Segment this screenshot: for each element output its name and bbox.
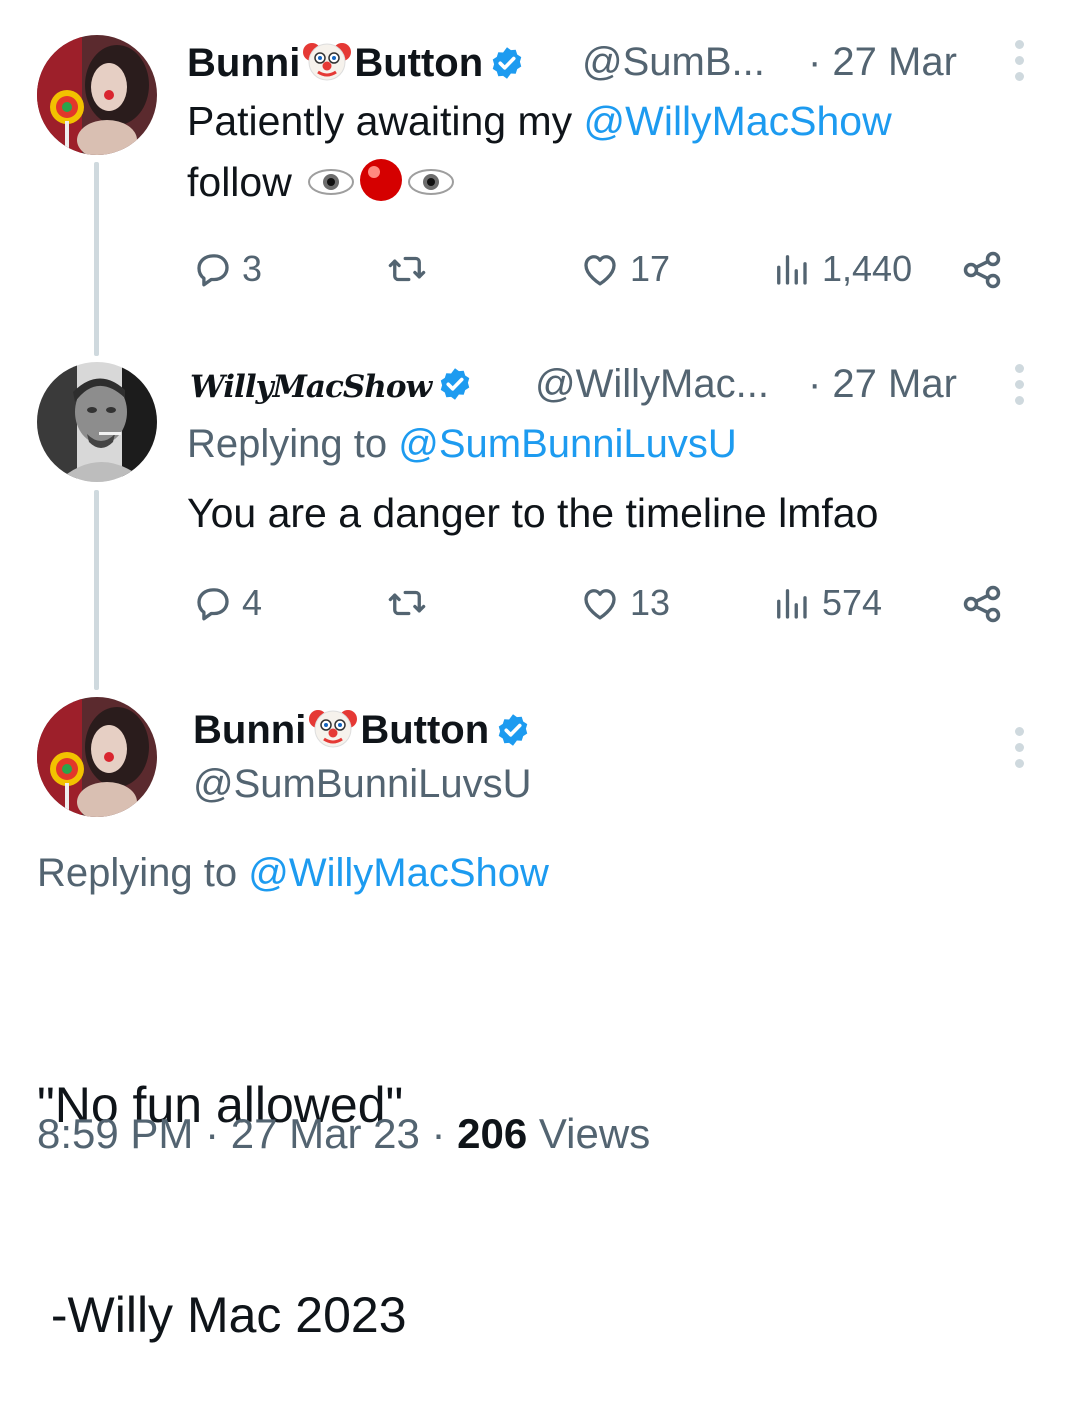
- thread-line: [94, 490, 99, 690]
- reply-icon: [192, 248, 234, 290]
- tweet-text-line2: follow: [187, 158, 455, 212]
- like-count: 13: [630, 582, 671, 623]
- avatar[interactable]: [37, 35, 157, 155]
- author-handle[interactable]: @SumB...: [582, 40, 765, 85]
- author-handle[interactable]: @WillyMac...: [535, 362, 769, 407]
- verified-badge-icon: [437, 366, 473, 407]
- views-button[interactable]: 574: [770, 582, 882, 624]
- tweet-timestamp: 8:59 PM · 27 Mar 23 · 206 Views: [37, 1110, 651, 1157]
- like-button[interactable]: 13: [578, 582, 670, 624]
- replying-to-link[interactable]: @WillyMacShow: [248, 851, 549, 895]
- author-name[interactable]: Bunni Button: [193, 705, 531, 759]
- clown-emoji-icon: [302, 38, 352, 92]
- reply-count: 4: [242, 582, 263, 623]
- reply-icon: [192, 582, 234, 624]
- share-icon: [960, 582, 1004, 626]
- retweet-button[interactable]: [385, 582, 429, 624]
- clown-emoji-icon: [308, 705, 358, 759]
- reply-button[interactable]: 4: [192, 582, 262, 624]
- like-icon: [578, 248, 622, 290]
- eye-red-eye-emoji-icon: [307, 158, 455, 212]
- tweet-text: Patiently awaiting my @WillyMacShow: [187, 98, 892, 144]
- author-handle[interactable]: @SumBunniLuvsU: [193, 762, 532, 807]
- share-icon: [960, 248, 1004, 292]
- tweet-text-line2: -Willy Mac 2023: [37, 1287, 407, 1343]
- more-icon[interactable]: [1015, 40, 1025, 88]
- replying-to: Replying to @SumBunniLuvsU: [187, 422, 737, 466]
- more-icon[interactable]: [1015, 364, 1025, 412]
- more-icon[interactable]: [1015, 727, 1025, 775]
- reply-button[interactable]: 3: [192, 248, 262, 290]
- views-count: 1,440: [822, 248, 913, 289]
- avatar[interactable]: [37, 697, 157, 817]
- tweet-date[interactable]: · 27 Mar: [808, 40, 957, 85]
- tweet-text: "No fun allowed" -Willy Mac 2023: [37, 930, 407, 1420]
- replying-to-link[interactable]: @SumBunniLuvsU: [398, 422, 737, 466]
- retweet-icon: [385, 248, 429, 290]
- tweet-text: You are a danger to the timeline lmfao: [187, 490, 879, 536]
- retweet-button[interactable]: [385, 248, 429, 290]
- share-button[interactable]: [960, 582, 1004, 626]
- tweet-date[interactable]: · 27 Mar: [808, 362, 957, 407]
- replying-to: Replying to @WillyMacShow: [37, 851, 549, 895]
- views-count: 206: [457, 1110, 528, 1157]
- views-icon: [770, 582, 812, 624]
- like-icon: [578, 582, 622, 624]
- reply-count: 3: [242, 248, 263, 289]
- avatar[interactable]: [37, 362, 157, 482]
- like-count: 17: [630, 248, 671, 289]
- verified-badge-icon: [489, 45, 525, 91]
- views-button[interactable]: 1,440: [770, 248, 912, 290]
- retweet-icon: [385, 582, 429, 624]
- author-name[interactable]: Bunni Button: [187, 38, 525, 92]
- verified-badge-icon: [495, 712, 531, 758]
- mention-link[interactable]: @WillyMacShow: [584, 98, 892, 144]
- like-button[interactable]: 17: [578, 248, 670, 290]
- author-name[interactable]: WillyMacShow: [190, 366, 473, 407]
- thread-line: [94, 162, 99, 356]
- views-icon: [770, 248, 812, 290]
- views-count: 574: [822, 582, 883, 623]
- share-button[interactable]: [960, 248, 1004, 292]
